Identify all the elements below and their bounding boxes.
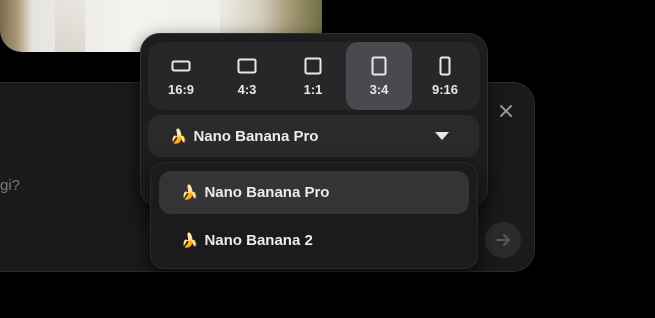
aspect-1-1-icon xyxy=(304,57,322,75)
arrow-right-icon xyxy=(496,234,510,246)
aspect-ratio-3-4[interactable]: 3:4 xyxy=(346,42,412,110)
aspect-16-9-icon xyxy=(171,60,191,72)
aspect-3-4-icon xyxy=(371,56,387,76)
banana-icon: 🍌 xyxy=(181,232,199,248)
banana-icon: 🍌 xyxy=(170,127,188,144)
model-option-nano-banana-pro[interactable]: 🍌 Nano Banana Pro xyxy=(159,171,469,214)
prompt-partial-text: gi? xyxy=(0,177,21,194)
banana-icon: 🍌 xyxy=(181,184,199,200)
aspect-ratio-16-9[interactable]: 16:9 xyxy=(148,42,214,110)
model-select[interactable]: 🍌 Nano Banana Pro xyxy=(148,115,479,157)
model-dropdown: 🍌 Nano Banana Pro 🍌 Nano Banana 2 xyxy=(150,162,478,269)
close-button[interactable] xyxy=(495,100,517,122)
aspect-ratio-9-16[interactable]: 9:16 xyxy=(412,42,478,110)
aspect-9-16-icon xyxy=(439,56,451,76)
aspect-ratio-label: 3:4 xyxy=(369,82,389,97)
photo-shade-left xyxy=(55,0,85,52)
aspect-ratio-label: 4:3 xyxy=(237,82,257,97)
close-icon xyxy=(500,105,512,117)
send-button[interactable] xyxy=(485,222,521,258)
model-option-nano-banana-2[interactable]: 🍌 Nano Banana 2 xyxy=(159,219,469,262)
model-option-label: Nano Banana Pro xyxy=(204,184,330,201)
aspect-ratio-4-3[interactable]: 4:3 xyxy=(214,42,280,110)
model-select-value: Nano Banana Pro xyxy=(193,127,319,145)
aspect-ratio-label: 1:1 xyxy=(303,82,323,97)
aspect-ratio-selector: 16:9 4:3 1:1 3:4 9:16 xyxy=(148,42,480,110)
chevron-down-icon xyxy=(435,132,449,140)
aspect-ratio-label: 9:16 xyxy=(431,82,459,97)
model-option-label: Nano Banana 2 xyxy=(204,232,313,249)
aspect-ratio-label: 16:9 xyxy=(167,82,195,97)
aspect-4-3-icon xyxy=(237,58,257,74)
aspect-ratio-1-1[interactable]: 1:1 xyxy=(280,42,346,110)
